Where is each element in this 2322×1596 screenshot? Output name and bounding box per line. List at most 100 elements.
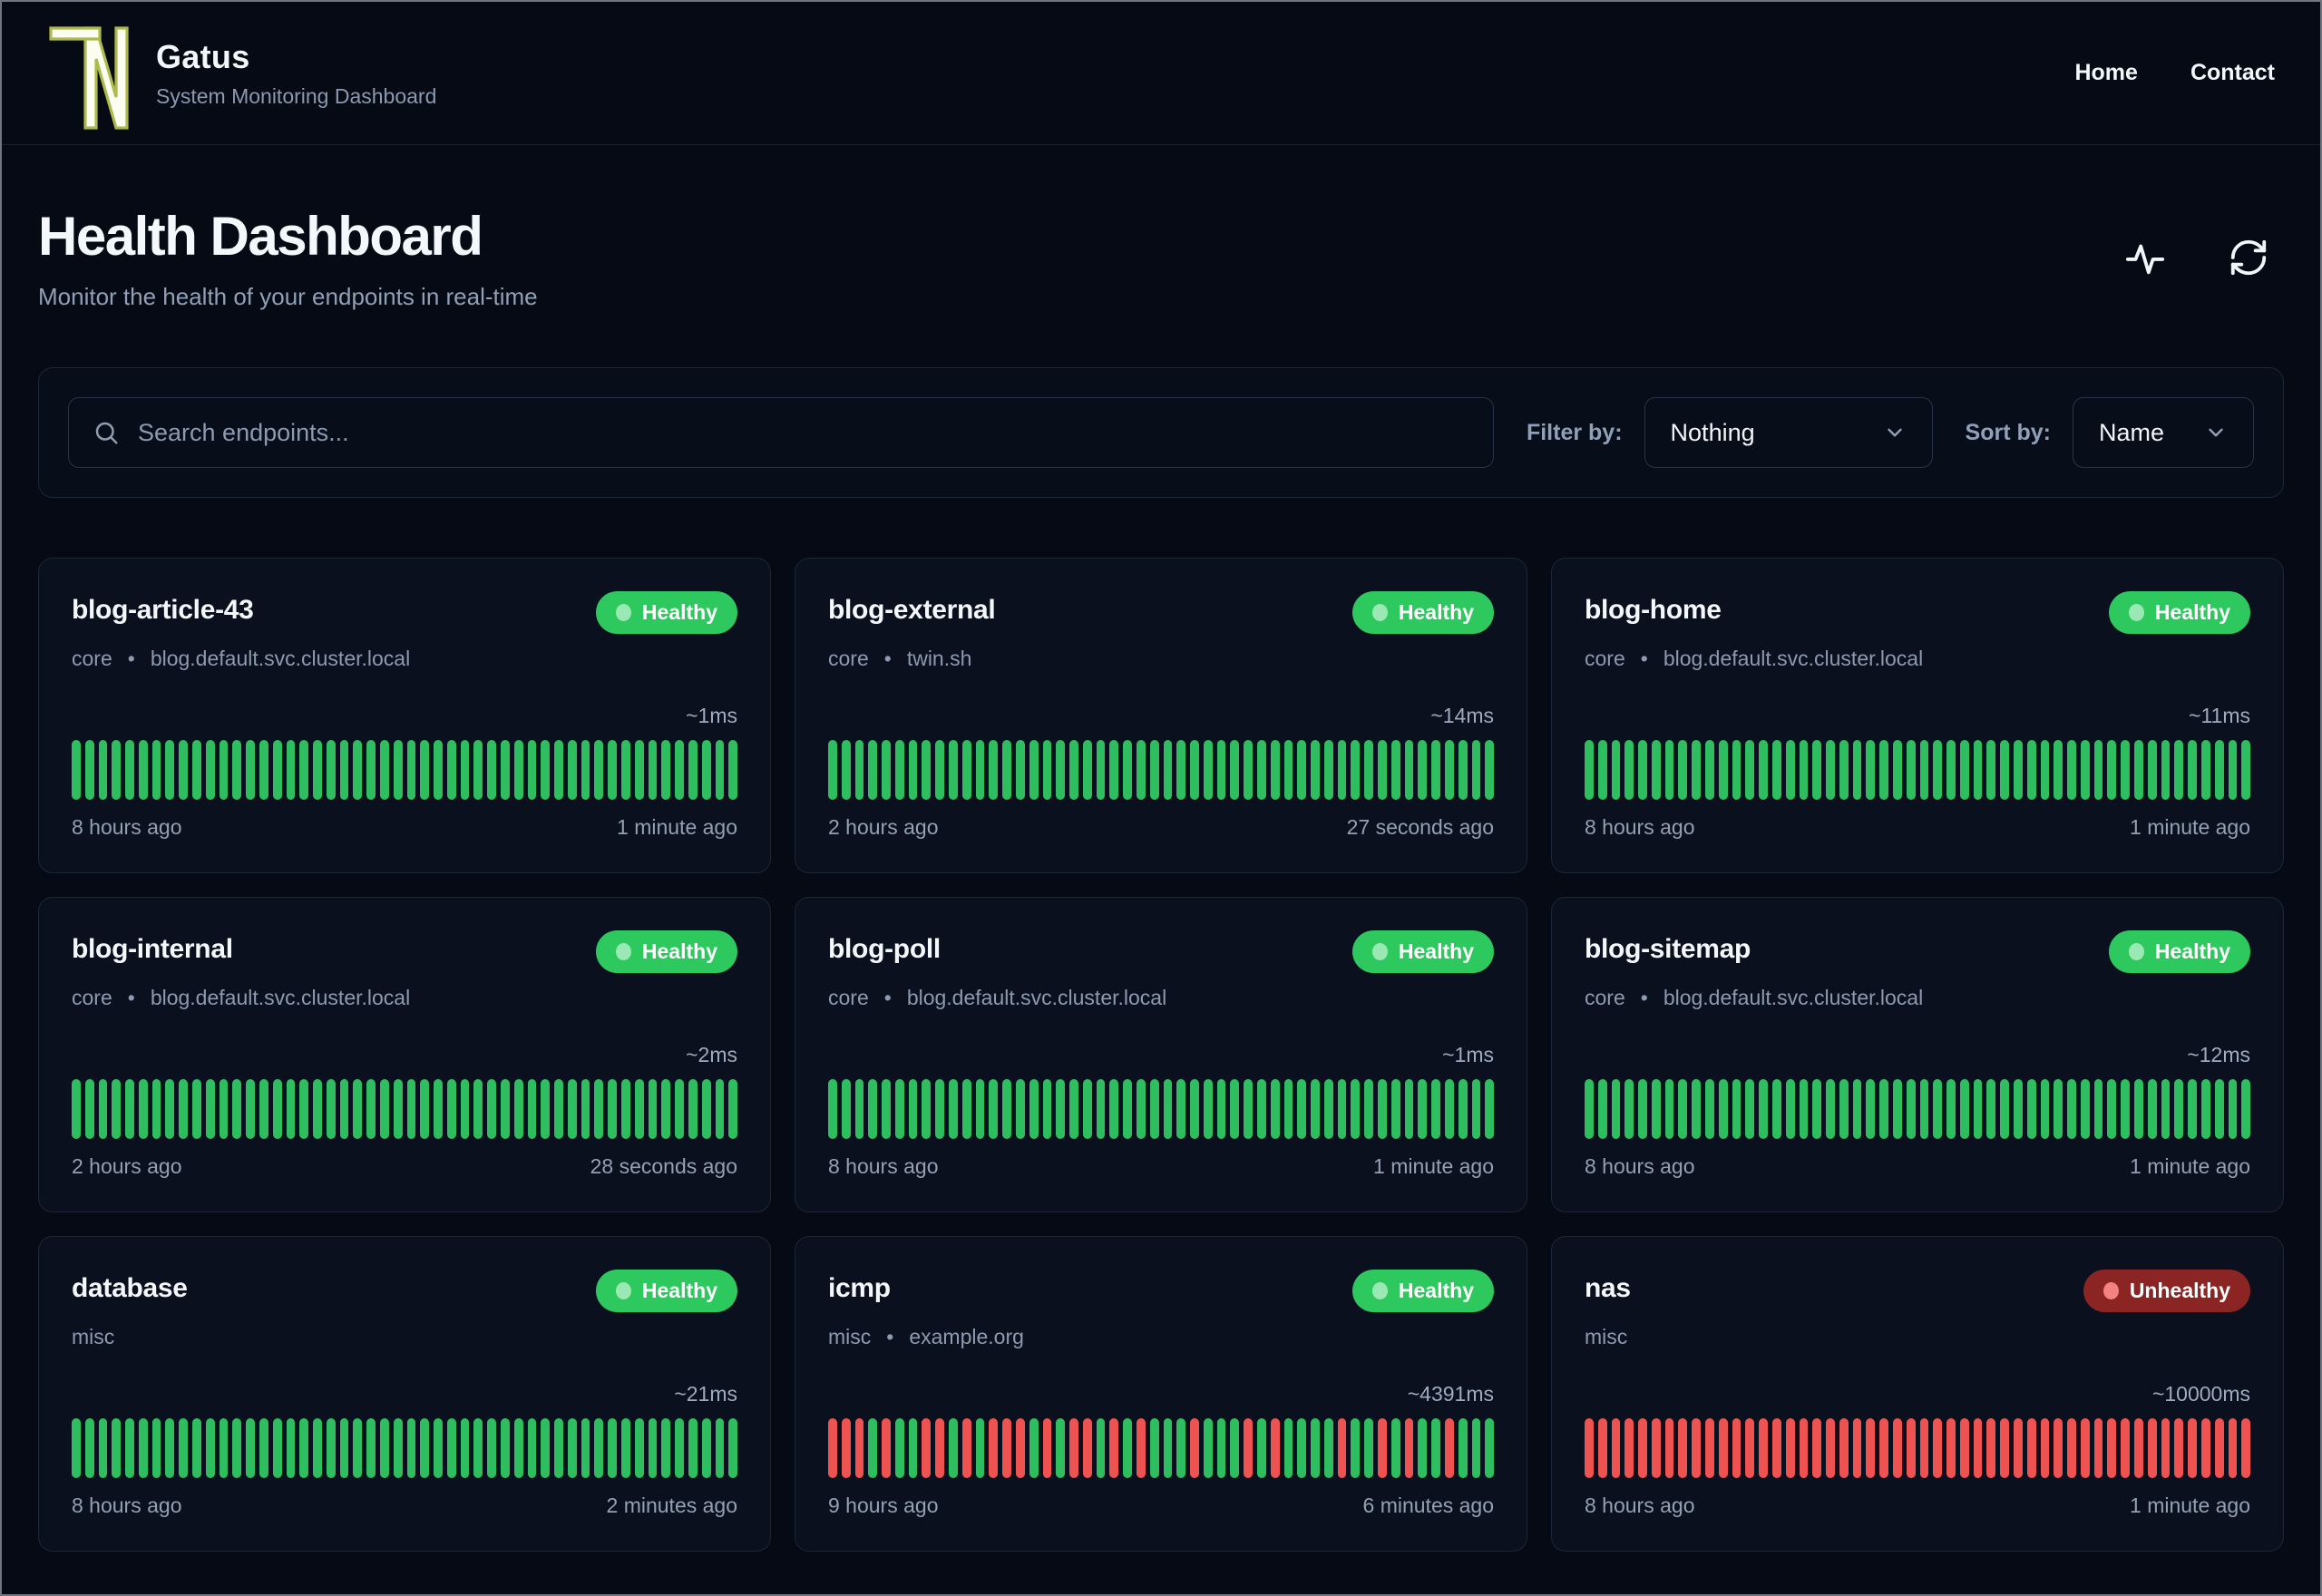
uptime-bar[interactable] [1431, 1079, 1440, 1139]
uptime-bar[interactable] [841, 1079, 851, 1139]
uptime-bar[interactable] [1973, 740, 1983, 800]
uptime-bar[interactable] [634, 740, 644, 800]
uptime-bar[interactable] [1390, 740, 1400, 800]
uptime-bar[interactable] [1216, 1418, 1226, 1478]
uptime-bar[interactable] [975, 1418, 985, 1478]
uptime-bar[interactable] [715, 1079, 725, 1139]
uptime-bar[interactable] [935, 740, 945, 800]
uptime-bar[interactable] [1431, 1418, 1440, 1478]
uptime-bar[interactable] [1651, 1418, 1661, 1478]
uptime-bar[interactable] [1611, 1418, 1621, 1478]
uptime-bar[interactable] [393, 1418, 403, 1478]
uptime-bar[interactable] [1946, 1079, 1956, 1139]
uptime-bar[interactable] [2200, 740, 2210, 800]
uptime-bar[interactable] [949, 740, 958, 800]
uptime-bar[interactable] [715, 740, 725, 800]
uptime-bar[interactable] [854, 1079, 864, 1139]
uptime-bar[interactable] [621, 740, 630, 800]
uptime-bar[interactable] [1082, 1079, 1092, 1139]
uptime-bar[interactable] [1311, 1418, 1320, 1478]
uptime-bar[interactable] [219, 740, 229, 800]
uptime-bar[interactable] [935, 1418, 945, 1478]
uptime-bar[interactable] [192, 740, 201, 800]
uptime-bar[interactable] [1203, 1418, 1213, 1478]
refresh-button[interactable] [2228, 237, 2269, 281]
uptime-bar[interactable] [688, 1079, 698, 1139]
uptime-bar[interactable] [2121, 1079, 2131, 1139]
uptime-bar[interactable] [366, 1418, 376, 1478]
uptime-bar[interactable] [1692, 1079, 1702, 1139]
uptime-bar[interactable] [1015, 1079, 1025, 1139]
uptime-bar[interactable] [138, 740, 148, 800]
uptime-bar[interactable] [1297, 740, 1307, 800]
uptime-bar[interactable] [1933, 1418, 1943, 1478]
uptime-bar[interactable] [2000, 740, 2009, 800]
uptime-bar[interactable] [541, 1079, 551, 1139]
uptime-bar[interactable] [1378, 740, 1387, 800]
uptime-bar[interactable] [1203, 740, 1213, 800]
endpoint-card[interactable]: blog-sitemap Healthy core • blog.default… [1551, 897, 2284, 1212]
uptime-bar[interactable] [1351, 740, 1361, 800]
uptime-bar[interactable] [2107, 740, 2117, 800]
uptime-bar[interactable] [72, 1079, 81, 1139]
uptime-bar[interactable] [661, 740, 671, 800]
uptime-bar[interactable] [648, 1418, 658, 1478]
uptime-bar[interactable] [420, 740, 430, 800]
uptime-bar[interactable] [1404, 1079, 1414, 1139]
uptime-bar[interactable] [1597, 740, 1607, 800]
uptime-bar[interactable] [1692, 740, 1702, 800]
uptime-bar[interactable] [1705, 1079, 1714, 1139]
uptime-bar[interactable] [165, 1079, 175, 1139]
nav-link-home[interactable]: Home [2074, 60, 2137, 86]
uptime-bar[interactable] [2241, 740, 2251, 800]
uptime-bar[interactable] [661, 1418, 671, 1478]
uptime-bar[interactable] [2214, 1079, 2224, 1139]
uptime-bar[interactable] [1364, 1079, 1374, 1139]
uptime-bar[interactable] [473, 740, 483, 800]
uptime-bar[interactable] [2241, 1079, 2251, 1139]
uptime-bar[interactable] [473, 1079, 483, 1139]
uptime-bar[interactable] [2054, 740, 2063, 800]
uptime-bar[interactable] [138, 1079, 148, 1139]
uptime-bar[interactable] [205, 1418, 215, 1478]
uptime-bar[interactable] [272, 740, 282, 800]
uptime-bar[interactable] [1879, 1079, 1888, 1139]
uptime-bar[interactable] [460, 1418, 470, 1478]
uptime-bar[interactable] [2040, 1418, 2050, 1478]
uptime-bar[interactable] [1705, 740, 1714, 800]
uptime-bar[interactable] [594, 1079, 604, 1139]
uptime-bar[interactable] [1444, 1079, 1454, 1139]
uptime-bar[interactable] [246, 1418, 255, 1478]
uptime-bar[interactable] [1029, 1079, 1039, 1139]
uptime-bar[interactable] [286, 1079, 296, 1139]
uptime-bar[interactable] [1149, 1079, 1159, 1139]
endpoint-card[interactable]: nas Unhealthy misc ~10000ms 8 hours ago … [1551, 1236, 2284, 1552]
uptime-bar[interactable] [1270, 740, 1280, 800]
uptime-bar[interactable] [192, 1079, 201, 1139]
uptime-bar[interactable] [728, 740, 738, 800]
uptime-bar[interactable] [1597, 1079, 1607, 1139]
uptime-bar[interactable] [2000, 1079, 2009, 1139]
uptime-bar[interactable] [1745, 1079, 1755, 1139]
uptime-bar[interactable] [1109, 1079, 1119, 1139]
uptime-bar[interactable] [1759, 1418, 1768, 1478]
uptime-bar[interactable] [1123, 740, 1132, 800]
uptime-bar[interactable] [1149, 1418, 1159, 1478]
uptime-bar[interactable] [1190, 1079, 1199, 1139]
uptime-bar[interactable] [1149, 740, 1159, 800]
uptime-bar[interactable] [2067, 1079, 2076, 1139]
uptime-bar[interactable] [1029, 740, 1039, 800]
uptime-bar[interactable] [648, 740, 658, 800]
uptime-bar[interactable] [406, 1079, 416, 1139]
uptime-bar[interactable] [1759, 1079, 1768, 1139]
uptime-bar[interactable] [1190, 740, 1199, 800]
uptime-bar[interactable] [2147, 1079, 2157, 1139]
uptime-bar[interactable] [446, 740, 456, 800]
uptime-bar[interactable] [841, 740, 851, 800]
uptime-bar[interactable] [1364, 740, 1374, 800]
uptime-bar[interactable] [1866, 1079, 1876, 1139]
uptime-bar[interactable] [1732, 1418, 1742, 1478]
uptime-bar[interactable] [205, 1079, 215, 1139]
uptime-bar[interactable] [922, 1418, 932, 1478]
uptime-bar[interactable] [125, 1079, 134, 1139]
